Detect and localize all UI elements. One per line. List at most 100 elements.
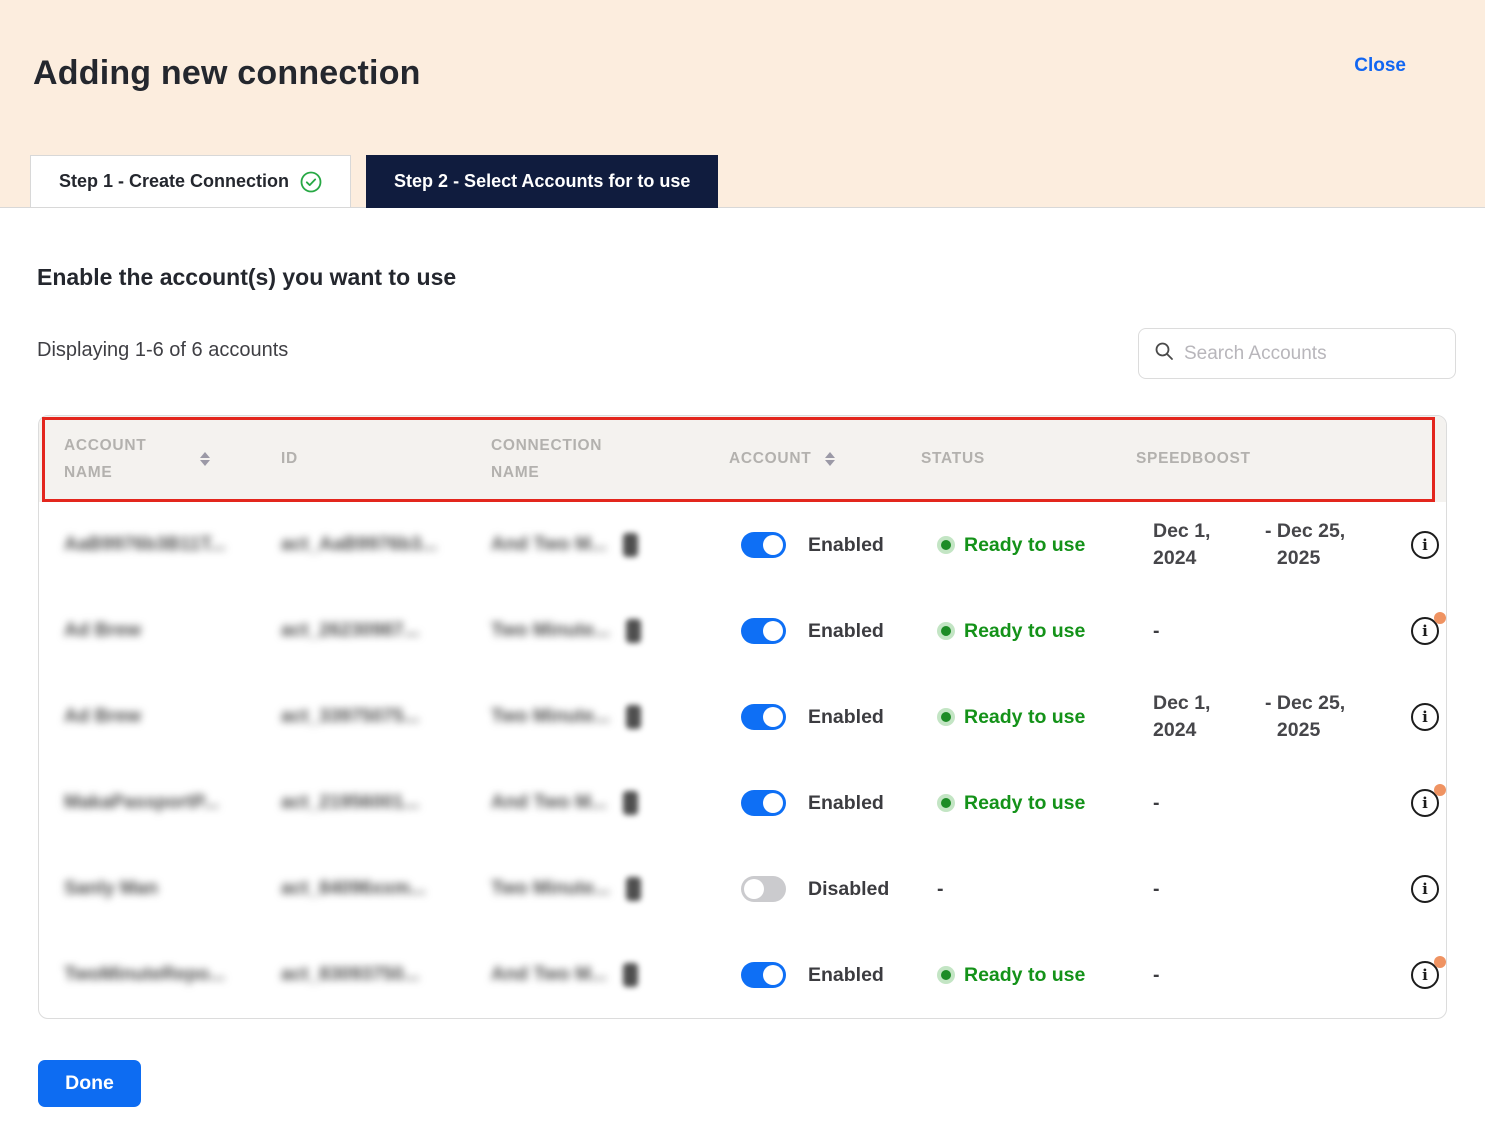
speedboost-cell: - -: [1136, 620, 1376, 643]
id-cell-blurred: act_AaB9976b3...: [281, 534, 491, 556]
connection-name-cell: And Two M...: [491, 791, 729, 815]
step-complete-check-icon: [300, 171, 322, 193]
connection-name-blurred: And Two M...: [491, 964, 607, 986]
status-cell: Ready to use: [921, 706, 1136, 729]
account-name-cell-blurred: AaB9976b3B11T...: [64, 534, 281, 556]
display-count: Displaying 1-6 of 6 accounts: [37, 339, 288, 362]
account-toggle[interactable]: [741, 790, 786, 816]
account-toggle-cell: Enabled: [729, 618, 921, 644]
account-toggle-cell: Disabled: [729, 876, 921, 902]
id-cell-blurred: act_26230987...: [281, 620, 491, 642]
status-cell: Ready to use: [921, 964, 1136, 987]
sort-icon[interactable]: [825, 452, 835, 466]
speedboost-start-date: Dec 1, 2024: [1153, 518, 1227, 573]
connection-name-cell: Two Minute...: [491, 877, 729, 901]
copy-icon-blurred[interactable]: [623, 533, 638, 557]
status-ready-dot-icon: [937, 794, 955, 812]
connection-name-cell: And Two M...: [491, 963, 729, 987]
account-toggle-label: Disabled: [808, 878, 889, 901]
row-info-button[interactable]: i: [1411, 703, 1439, 731]
notification-dot-icon: [1434, 612, 1446, 624]
account-toggle[interactable]: [741, 618, 786, 644]
status-label: Ready to use: [964, 620, 1085, 643]
account-toggle[interactable]: [741, 962, 786, 988]
account-toggle[interactable]: [741, 532, 786, 558]
table-row: TwoMinuteRepo... act_83093750... And Two…: [39, 932, 1446, 1018]
page-title: Adding new connection: [33, 54, 421, 93]
table-row: MakaPassportP... act_21956001... And Two…: [39, 760, 1446, 846]
speedboost-cell: Dec 1, 2024 - Dec 25, 2025: [1136, 690, 1376, 745]
tab-step2-select-accounts[interactable]: Step 2 - Select Accounts for to use: [366, 155, 718, 208]
status-ready: Ready to use: [921, 620, 1136, 643]
status-ready-dot-icon: [937, 622, 955, 640]
account-name-cell-blurred: Ad Brew: [64, 620, 281, 642]
table-row: Ad Brew act_33975075... Two Minute... En…: [39, 674, 1446, 760]
sort-icon[interactable]: [200, 452, 210, 466]
column-header-account-name[interactable]: ACCOUNT NAME: [64, 432, 281, 486]
copy-icon-blurred[interactable]: [626, 705, 641, 729]
speedboost-end-date: - Dec 25, 2025: [1265, 518, 1365, 573]
id-cell-blurred: act_21956001...: [281, 792, 491, 814]
connection-name-cell: And Two M...: [491, 533, 729, 557]
account-toggle[interactable]: [741, 876, 786, 902]
status-label: Ready to use: [964, 792, 1085, 815]
copy-icon-blurred[interactable]: [626, 877, 641, 901]
account-toggle-label: Enabled: [808, 706, 884, 729]
status-ready: Ready to use: [921, 534, 1136, 557]
tab-step1-create-connection[interactable]: Step 1 - Create Connection: [30, 155, 351, 208]
step-tabs: Step 1 - Create Connection Step 2 - Sele…: [30, 155, 718, 208]
copy-icon-blurred[interactable]: [623, 963, 638, 987]
account-toggle[interactable]: [741, 704, 786, 730]
status-label: Ready to use: [964, 534, 1085, 557]
speedboost-cell: - -: [1136, 964, 1376, 987]
account-toggle-label: Enabled: [808, 620, 884, 643]
status-ready-dot-icon: [937, 708, 955, 726]
row-info-button[interactable]: i: [1411, 617, 1439, 645]
status-cell: Ready to use: [921, 534, 1136, 557]
speedboost-dates: Dec 1, 2024 - Dec 25, 2025: [1136, 690, 1376, 745]
table-header-row: ACCOUNT NAME ID CONNECTION NAME ACCOUNT …: [39, 416, 1446, 502]
modal-header: Adding new connection Close Step 1 - Cre…: [0, 0, 1485, 208]
table-row: AaB9976b3B11T... act_AaB9976b3... And Tw…: [39, 502, 1446, 588]
speedboost-cell: Dec 1, 2024 - Dec 25, 2025: [1136, 518, 1376, 573]
column-header-connection-name: CONNECTION NAME: [491, 432, 729, 486]
status-ready: Ready to use: [921, 964, 1136, 987]
tab-step1-label: Step 1 - Create Connection: [59, 171, 289, 192]
close-link[interactable]: Close: [1354, 55, 1406, 77]
search-accounts-input[interactable]: [1184, 343, 1440, 365]
status-ready-dot-icon: [937, 536, 955, 554]
account-toggle-label: Enabled: [808, 534, 884, 557]
status-empty-dash: -: [921, 878, 1136, 901]
status-label: Ready to use: [964, 964, 1085, 987]
search-accounts-box[interactable]: [1138, 328, 1456, 379]
section-heading: Enable the account(s) you want to use: [37, 264, 456, 291]
account-toggle-cell: Enabled: [729, 962, 921, 988]
copy-icon-blurred[interactable]: [623, 791, 638, 815]
notification-dot-icon: [1434, 956, 1446, 968]
account-name-cell-blurred: MakaPassportP...: [64, 792, 281, 814]
id-cell-blurred: act_83093750...: [281, 964, 491, 986]
speedboost-start-date: Dec 1, 2024: [1153, 690, 1227, 745]
row-info-button[interactable]: i: [1411, 875, 1439, 903]
id-cell-blurred: act_84096xxm...: [281, 878, 491, 900]
row-info-button[interactable]: i: [1411, 531, 1439, 559]
copy-icon-blurred[interactable]: [626, 619, 641, 643]
tab-step2-label: Step 2 - Select Accounts for to use: [394, 171, 690, 192]
status-ready: Ready to use: [921, 792, 1136, 815]
connection-name-blurred: Two Minute...: [491, 706, 610, 728]
speedboost-cell: - -: [1136, 792, 1376, 815]
row-info-button[interactable]: i: [1411, 961, 1439, 989]
column-header-speedboost: SPEEDBOOST: [1136, 445, 1376, 472]
table-body: AaB9976b3B11T... act_AaB9976b3... And Tw…: [39, 502, 1446, 1018]
done-button[interactable]: Done: [38, 1060, 141, 1107]
connection-name-blurred: And Two M...: [491, 534, 607, 556]
speedboost-cell: - -: [1136, 878, 1376, 901]
connection-name-cell: Two Minute...: [491, 619, 729, 643]
row-info-button[interactable]: i: [1411, 789, 1439, 817]
column-header-account[interactable]: ACCOUNT: [729, 445, 921, 472]
status-cell: Ready to use: [921, 620, 1136, 643]
connection-name-blurred: Two Minute...: [491, 620, 610, 642]
search-icon: [1154, 341, 1174, 366]
info-icon: i: [1411, 703, 1439, 731]
speedboost-empty-dash: -: [1136, 964, 1376, 987]
